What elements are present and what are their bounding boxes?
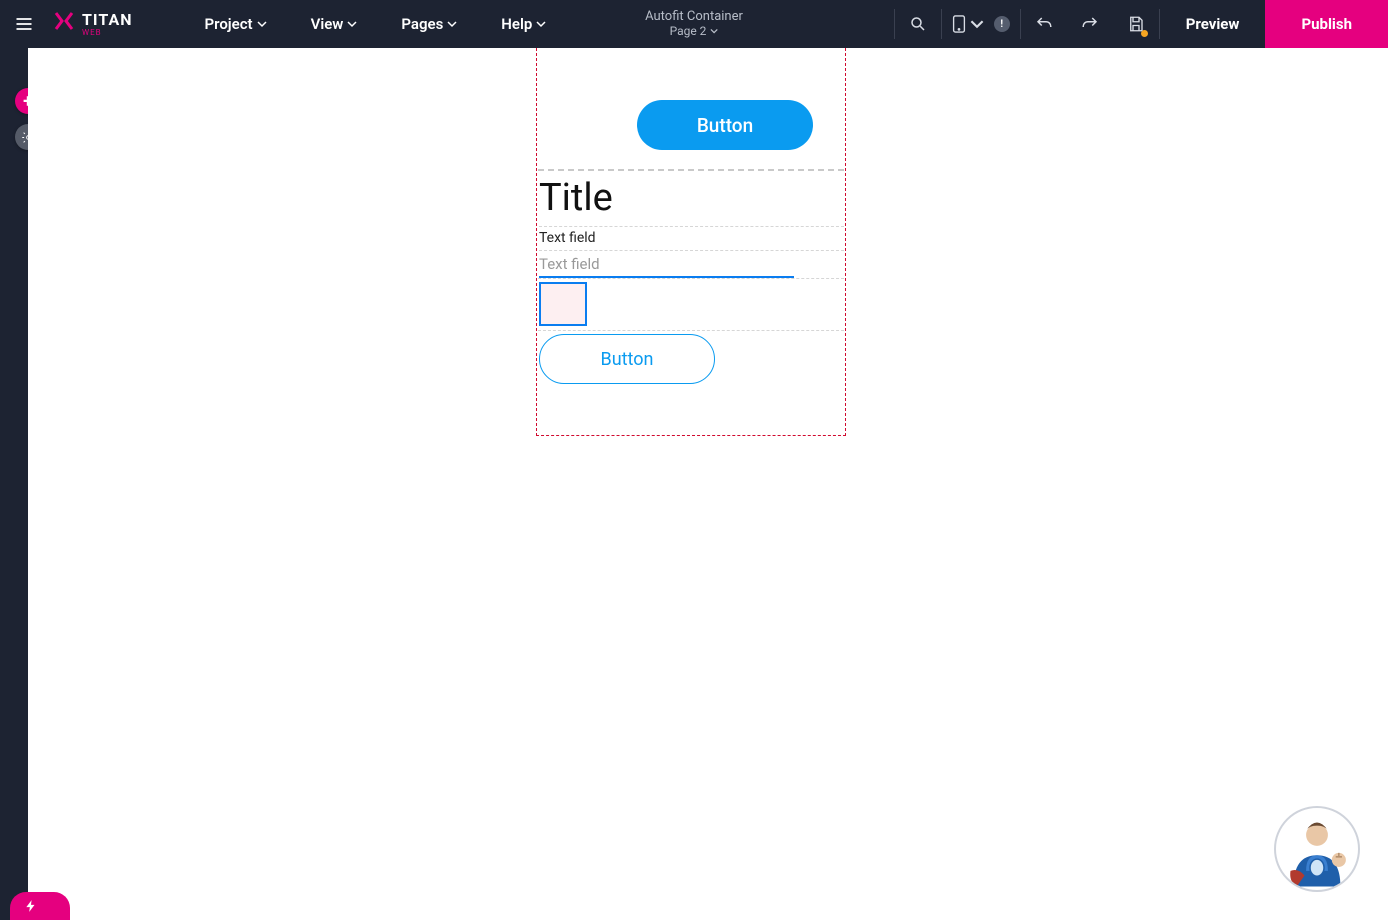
undo-icon	[1035, 15, 1053, 33]
logo-title: TITAN	[82, 12, 133, 28]
hamburger-icon	[14, 14, 34, 34]
design-canvas[interactable]: Button Title Text field Text field Butto…	[28, 48, 1388, 920]
breadcrumb-page: Page 2	[670, 25, 707, 39]
menu-project-label: Project	[205, 15, 253, 33]
menu-project[interactable]: Project	[183, 0, 289, 48]
unsaved-indicator-icon	[1141, 30, 1148, 37]
text-field-input[interactable]: Text field	[539, 252, 794, 278]
outline-button-element[interactable]: Button	[539, 334, 715, 384]
publish-label: Publish	[1301, 15, 1352, 33]
main-menu: Project View Pages Help	[183, 0, 569, 48]
logo-mark-icon	[52, 9, 76, 39]
chevron-down-icon	[447, 19, 457, 29]
mobile-device-icon	[952, 15, 966, 33]
menu-help[interactable]: Help	[479, 0, 568, 48]
preview-button[interactable]: Preview	[1160, 0, 1266, 48]
search-icon	[909, 15, 927, 33]
publish-button[interactable]: Publish	[1265, 0, 1388, 48]
chevron-down-icon	[257, 19, 267, 29]
search-button[interactable]	[895, 0, 941, 48]
autofit-container[interactable]: Button Title Text field Text field Butto…	[536, 48, 846, 436]
menu-view-label: View	[311, 15, 344, 33]
mascot-icon	[1278, 810, 1356, 888]
chevron-down-icon	[710, 27, 718, 35]
left-rail	[0, 48, 28, 920]
redo-button[interactable]	[1067, 0, 1113, 48]
breadcrumb[interactable]: Autofit Container Page 2	[645, 10, 743, 39]
bottom-action-pill[interactable]	[10, 892, 70, 920]
chevron-down-icon	[536, 19, 546, 29]
breadcrumb-title: Autofit Container	[645, 10, 743, 25]
menu-pages[interactable]: Pages	[379, 0, 479, 48]
logo[interactable]: TITAN WEB	[48, 9, 143, 39]
preview-label: Preview	[1186, 15, 1240, 33]
menu-view[interactable]: View	[289, 0, 380, 48]
undo-button[interactable]	[1021, 0, 1067, 48]
outline-button-label: Button	[601, 349, 654, 370]
primary-button-element[interactable]: Button	[637, 100, 813, 150]
row-divider	[538, 278, 844, 279]
selected-element-handle[interactable]	[539, 282, 587, 326]
row-divider	[538, 169, 844, 171]
menu-pages-label: Pages	[401, 15, 443, 33]
text-field-element[interactable]: Text field	[539, 252, 794, 278]
title-element[interactable]: Title	[539, 176, 844, 227]
chevron-down-icon	[970, 15, 984, 33]
menu-help-label: Help	[501, 15, 532, 33]
lightning-icon	[24, 899, 38, 913]
logo-subtitle: WEB	[82, 29, 133, 37]
device-selector[interactable]: !	[942, 0, 1020, 48]
toolbar: ! Preview Publish	[894, 0, 1388, 48]
chevron-down-icon	[347, 19, 357, 29]
help-mascot-button[interactable]	[1274, 806, 1360, 892]
device-info-badge: !	[994, 16, 1010, 32]
primary-button-label: Button	[697, 114, 753, 137]
save-button[interactable]	[1113, 0, 1159, 48]
text-field-label[interactable]: Text field	[539, 230, 844, 251]
redo-icon	[1081, 15, 1099, 33]
row-divider	[538, 330, 844, 331]
hamburger-menu[interactable]	[0, 0, 48, 48]
top-bar: TITAN WEB Project View Pages Help Autofi…	[0, 0, 1388, 48]
